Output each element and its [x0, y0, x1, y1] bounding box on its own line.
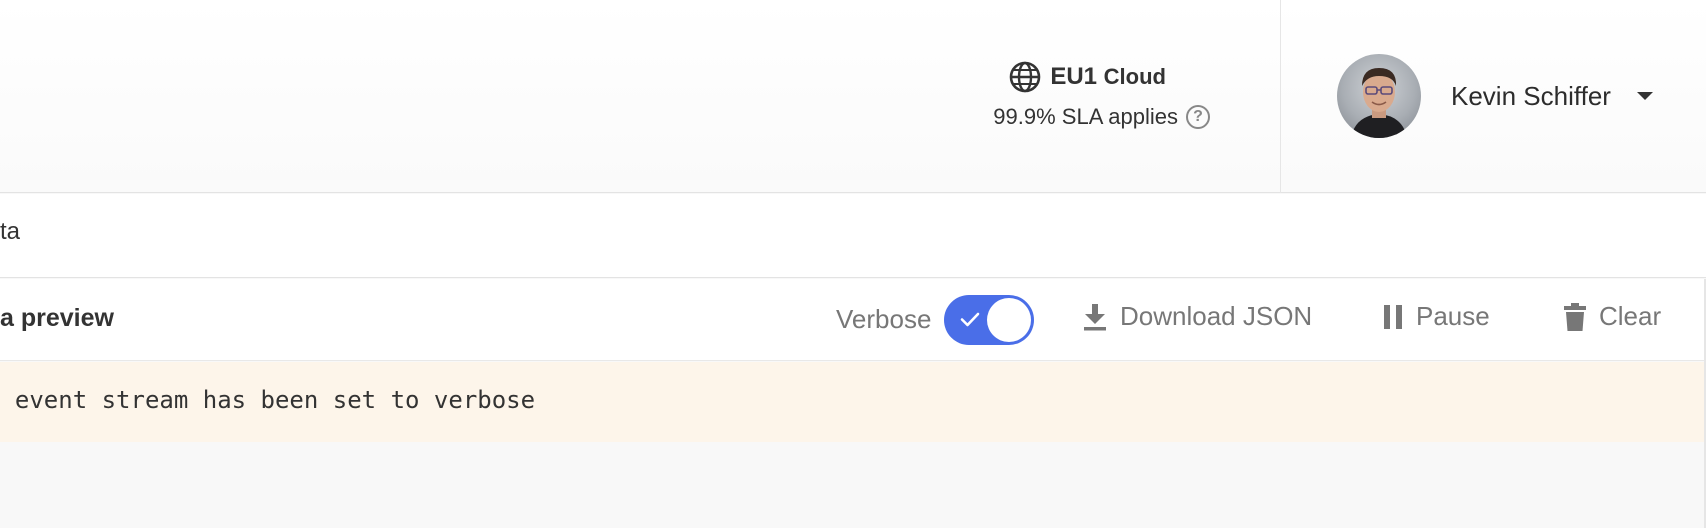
avatar-portrait	[1351, 68, 1407, 138]
region-line: EU1 Cloud	[1008, 60, 1166, 94]
globe-icon	[1010, 61, 1041, 93]
download-json-button[interactable]: Download JSON	[1082, 301, 1312, 332]
user-name[interactable]: Kevin Schiffer	[1451, 81, 1611, 112]
notice-text: - event stream has been set to verbose	[0, 386, 536, 414]
trash-icon	[1564, 302, 1586, 331]
preview-toolbar: a preview Verbose Download JSON Pause Cl…	[0, 279, 1706, 361]
toggle-knob	[987, 298, 1031, 342]
top-header: EU1 Cloud 99.9% SLA applies ? Kevin Schi…	[0, 0, 1706, 193]
user-menu[interactable]: Kevin Schiffer	[1337, 54, 1653, 138]
avatar[interactable]	[1337, 54, 1421, 138]
question-circle-icon[interactable]: ?	[1186, 105, 1210, 129]
event-stream-area	[0, 442, 1704, 528]
download-json-label: Download JSON	[1120, 301, 1313, 331]
region-name: EU1 Cloud	[1050, 63, 1166, 91]
caret-down-icon[interactable]	[1636, 92, 1653, 100]
region-cloud: Cloud	[1103, 64, 1166, 89]
toolbar-title: a preview	[0, 304, 114, 332]
sla-line: 99.9% SLA applies ?	[993, 104, 1210, 130]
sla-text: 99.9% SLA applies	[993, 104, 1178, 129]
pause-label: Pause	[1416, 301, 1490, 331]
verbose-toggle[interactable]	[944, 295, 1034, 345]
clear-button[interactable]: Clear	[1563, 301, 1661, 332]
clear-label: Clear	[1599, 301, 1662, 331]
tab-strip: ta	[0, 194, 1706, 278]
pause-icon	[1384, 304, 1402, 329]
pause-button[interactable]: Pause	[1382, 301, 1490, 332]
region-code: EU1	[1050, 63, 1097, 90]
region-info: EU1 Cloud 99.9% SLA applies ?	[960, 56, 1210, 136]
verbose-notice: - event stream has been set to verbose	[0, 362, 1704, 442]
verbose-label: Verbose	[836, 304, 932, 334]
check-icon	[960, 312, 980, 327]
tab-label[interactable]: ta	[0, 218, 20, 246]
download-icon	[1084, 303, 1106, 330]
header-divider	[1280, 0, 1281, 193]
